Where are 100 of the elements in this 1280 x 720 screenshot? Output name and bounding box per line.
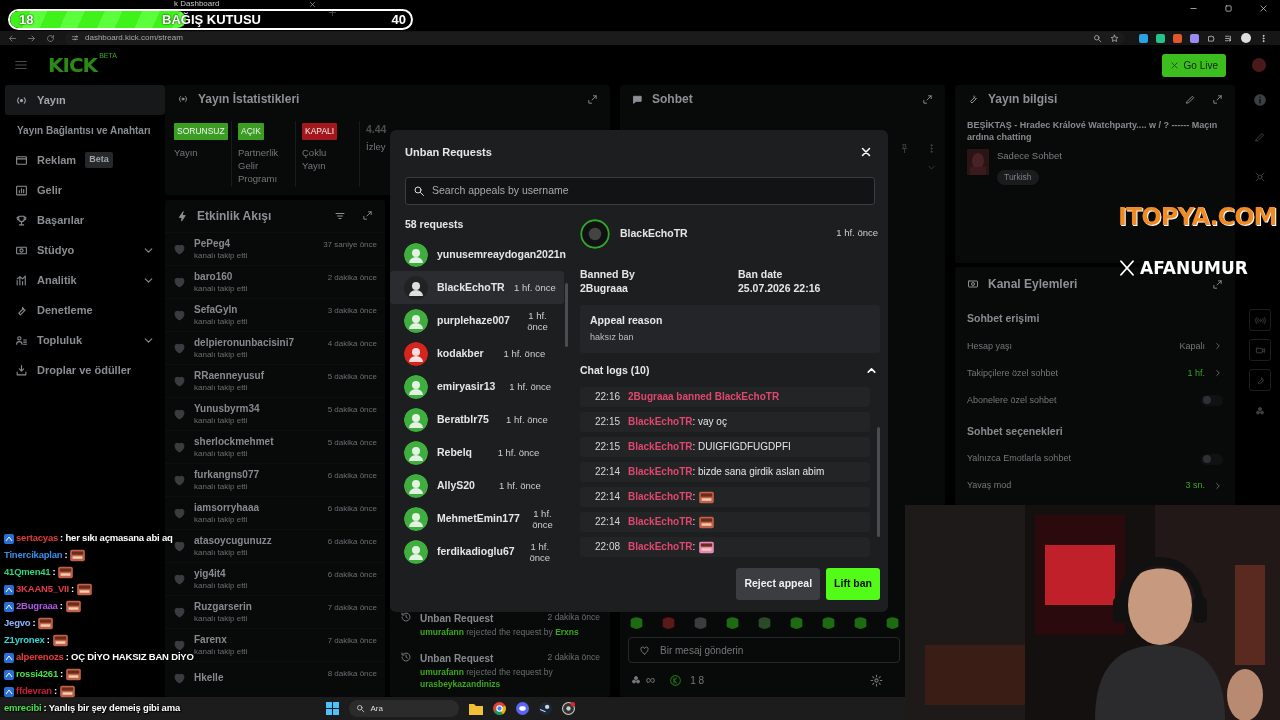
language-tag: Turkish bbox=[997, 170, 1039, 185]
chat-message: : bbox=[53, 684, 57, 699]
section-heading: Sohbet seçenekleri bbox=[966, 423, 1064, 439]
log-time: 22:14 bbox=[595, 465, 622, 479]
chat-username: Z1yronex bbox=[4, 633, 45, 648]
follower-name[interactable]: Ruzgarserin bbox=[194, 600, 252, 613]
sidebar-item[interactable]: Denetleme bbox=[5, 295, 165, 325]
log-message: BlackEchoTR: bbox=[628, 515, 696, 529]
event-text: kanalı takip etti bbox=[194, 348, 249, 360]
chat-username: sertacyas bbox=[16, 531, 59, 546]
sidebar-item[interactable]: Gelir bbox=[5, 175, 165, 205]
log-message: BlackEchoTR: bbox=[628, 490, 696, 504]
event-time: 3 dakika önce bbox=[327, 305, 377, 317]
request-row[interactable]: purplehaze007 1 hf. önce bbox=[390, 304, 564, 338]
log-message: BlackEchoTR: bbox=[628, 540, 696, 554]
search-field[interactable]: Search appeals by username bbox=[405, 176, 875, 205]
event-time: 7 dakika önce bbox=[327, 635, 377, 647]
setting-label: Abonelere özel sohbet bbox=[967, 393, 1057, 407]
dialog-title: Unban Requests bbox=[405, 145, 492, 160]
setting-label: Hesap yaşı bbox=[967, 339, 1013, 353]
follower-name[interactable]: yig4it4 bbox=[194, 567, 248, 580]
event-time: 4 dakika önce bbox=[327, 338, 377, 350]
setting-value[interactable]: Kapalı bbox=[1179, 339, 1205, 353]
request-row[interactable]: emiryasir13 1 hf. önce bbox=[390, 370, 564, 404]
request-row[interactable]: AllyS20 1 hf. önce bbox=[390, 469, 564, 503]
request-row[interactable]: Rebelq 1 hf. önce bbox=[390, 436, 564, 470]
lift-ban-button[interactable]: Lift ban bbox=[826, 568, 880, 600]
sidebar-item[interactable]: Topluluk bbox=[5, 325, 165, 355]
address-bar[interactable]: dashboard.kick.com/stream bbox=[65, 31, 1125, 45]
chat-username: 41Qmen41 bbox=[4, 565, 51, 580]
event-time: 2 dakika önce bbox=[547, 650, 600, 664]
follower-name[interactable]: RRaenneyusuf bbox=[194, 369, 264, 382]
sidebar-item[interactable]: Stüdyo bbox=[5, 235, 165, 265]
sidebar-item[interactable]: Analitik bbox=[5, 265, 165, 295]
log-time: 22:15 bbox=[595, 440, 622, 454]
stat-value: 4.44 bbox=[366, 123, 387, 136]
logo[interactable]: KICK bbox=[48, 55, 98, 75]
request-row[interactable]: yunusemreaydogan2021n bbox=[390, 238, 564, 272]
follower-name[interactable]: PePeg4 bbox=[194, 237, 248, 250]
status-tag: KAPALI bbox=[302, 123, 338, 140]
chat-message: : bbox=[46, 633, 50, 648]
request-row[interactable]: Beratblr75 1 hf. önce bbox=[390, 403, 564, 437]
setting-value[interactable]: 1 hf. bbox=[1187, 366, 1205, 380]
sidebar-item[interactable]: Droplar ve ödüller bbox=[5, 355, 165, 385]
request-row[interactable]: kodakber 1 hf. önce bbox=[390, 337, 564, 371]
setting-value[interactable]: 3 sn. bbox=[1185, 479, 1205, 493]
message-field[interactable]: Bir mesaj gönderin bbox=[628, 637, 900, 663]
event-time: 2 dakika önce bbox=[327, 272, 377, 284]
stat-label: Çoklu Yayın bbox=[302, 146, 328, 172]
follower-name[interactable]: baro160 bbox=[194, 270, 248, 283]
section-title: Chat logs (10) bbox=[580, 362, 650, 378]
field-value: 2Bugraaa bbox=[580, 280, 629, 295]
follower-name[interactable]: iamsorryhaaa bbox=[194, 501, 260, 514]
request-row[interactable]: ferdikadioglu67 1 hf. önce bbox=[390, 535, 564, 569]
points-value: ∞ bbox=[646, 671, 656, 690]
search-field[interactable]: Ara bbox=[348, 700, 459, 717]
category-name[interactable]: Sadece Sohbet bbox=[997, 149, 1062, 164]
follower-name[interactable]: sherlockmehmet bbox=[194, 435, 274, 448]
reason-card: Appeal reason haksız ban bbox=[580, 304, 880, 353]
go-live-button[interactable]: Go Live bbox=[1161, 53, 1226, 77]
chat-message: : bbox=[32, 616, 36, 631]
setting-label: Yalnızca Emotlarla sohbet bbox=[967, 452, 1071, 466]
sidebar-item[interactable]: Yayın bbox=[5, 85, 165, 115]
log-time: 22:14 bbox=[595, 515, 622, 529]
reject-button[interactable]: Reject appeal bbox=[736, 568, 821, 600]
follower-name[interactable]: delpieronunbacisini7 bbox=[194, 336, 295, 349]
event-time: 37 saniye önce bbox=[323, 239, 377, 251]
follower-name[interactable]: Farenx bbox=[194, 633, 248, 646]
follower-name[interactable]: Hkelle bbox=[194, 672, 224, 684]
follower-name[interactable]: SefaGyln bbox=[194, 303, 248, 316]
log-time: 22:15 bbox=[595, 415, 622, 429]
field-label: Banned By bbox=[580, 266, 636, 281]
follower-name[interactable]: Yunusbyrm34 bbox=[194, 402, 260, 415]
chat-message: : OÇ DİYO HAKSIZ BAN DİYO bbox=[65, 651, 194, 665]
sidebar-item[interactable]: Yayın Bağlantısı ve Anahtarı bbox=[5, 115, 165, 145]
request-count: 58 requests bbox=[404, 216, 465, 232]
event-text: kanalı takip etti bbox=[194, 414, 249, 426]
panel-title: Sohbet bbox=[652, 91, 693, 108]
browser-tab[interactable]: k Dashboard bbox=[170, 0, 321, 8]
request-row[interactable]: BlackEchoTR 1 hf. önce bbox=[390, 271, 564, 305]
sidebar-item[interactable]: Reklam Beta bbox=[5, 145, 165, 175]
follower-name[interactable]: furkangns077 bbox=[194, 468, 260, 481]
event-text: kanalı takip etti bbox=[194, 249, 248, 261]
section-heading: Sohbet erişimi bbox=[966, 311, 1041, 326]
user-name: BlackEchoTR bbox=[620, 225, 688, 241]
coin-count: 1 8 bbox=[690, 673, 705, 688]
status-tag: SORUNSUZ bbox=[174, 123, 228, 140]
chat-username: alperenozs bbox=[16, 650, 64, 665]
stat-label: Yayın bbox=[174, 146, 199, 159]
event-text: kanalı takip etti bbox=[194, 513, 249, 525]
chat-message: : her sıkı açmasana abi aq bbox=[60, 531, 173, 546]
event-text: umurafann rejected the request by Erxns bbox=[420, 625, 580, 639]
sidebar-item[interactable]: Başarılar bbox=[5, 205, 165, 235]
event-time: 6 dakika önce bbox=[327, 569, 377, 581]
request-row[interactable]: MehmetEmin177 1 hf. önce bbox=[390, 502, 564, 536]
follower-name[interactable]: atasoycugunuzz bbox=[194, 534, 272, 547]
event-time: 5 dakika önce bbox=[327, 371, 377, 383]
goal-amount: 40 bbox=[391, 11, 406, 28]
chat-username: ffdevran bbox=[16, 684, 52, 699]
event-time: 6 dakika önce bbox=[327, 470, 377, 482]
